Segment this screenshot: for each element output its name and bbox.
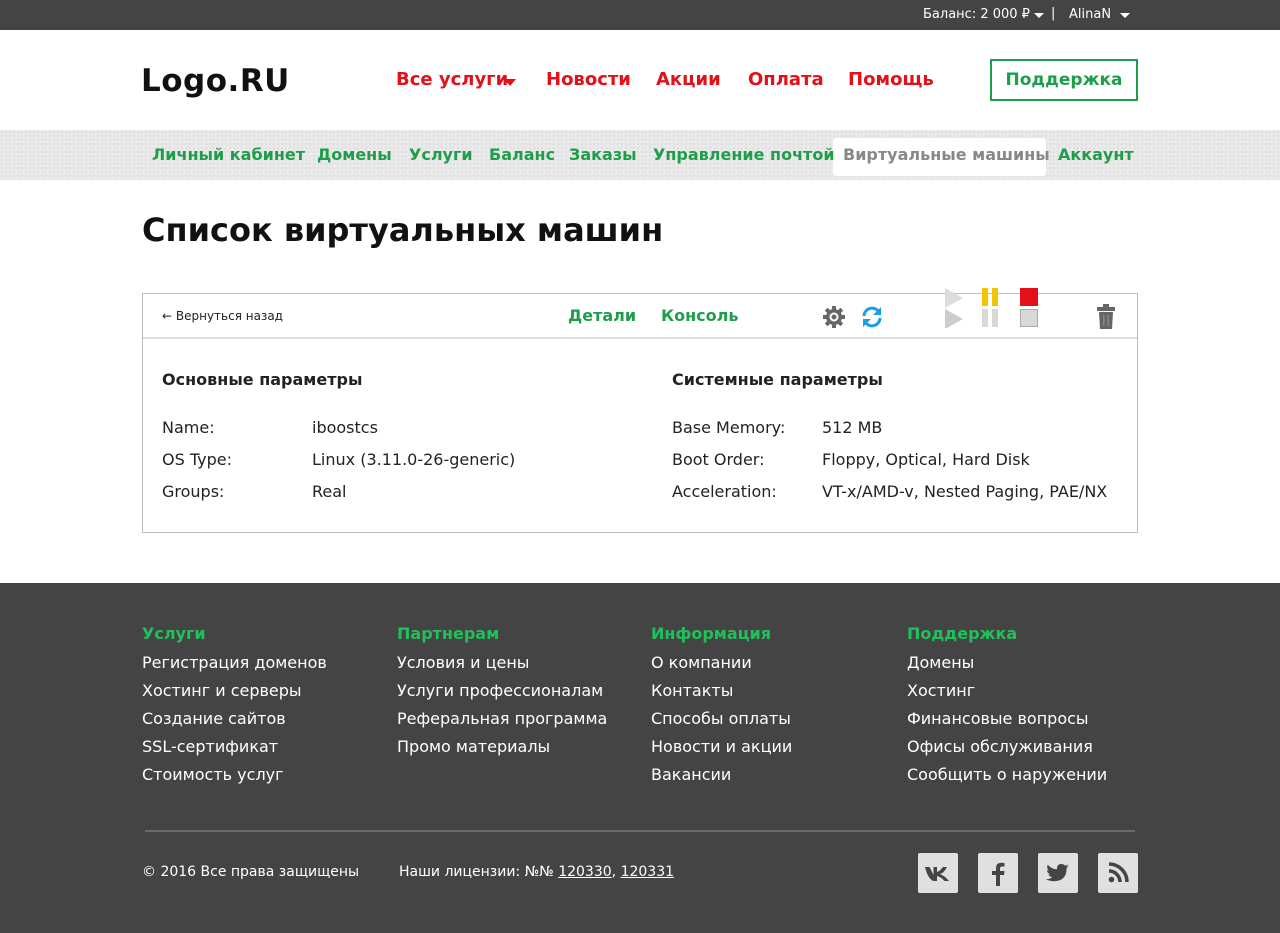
prop-label: Boot Order: <box>672 450 765 469</box>
tab-console[interactable]: Консоль <box>661 306 738 325</box>
prop-value: 512 MB <box>822 418 883 437</box>
footer-link[interactable]: Условия и цены <box>397 653 529 672</box>
prop-value: VT-x/AMD-v, Nested Paging, PAE/NX <box>822 482 1108 501</box>
footer-link[interactable]: Домены <box>907 653 974 672</box>
footer-link[interactable]: SSL-сертификат <box>142 737 278 756</box>
license-separator: , <box>611 864 617 880</box>
logo[interactable]: Logo.RU <box>141 63 290 99</box>
footer-link[interactable]: Промо материалы <box>397 737 550 756</box>
top-bar: Баланс: 2 000 ₽ | AlinaN <box>0 0 1280 30</box>
footer-link[interactable]: Офисы обслуживания <box>907 737 1093 756</box>
footer-link[interactable]: Способы оплаты <box>651 709 791 728</box>
system-params-title: Системные параметры <box>672 370 883 389</box>
prop-label: Base Memory: <box>672 418 786 437</box>
subnav-mail[interactable]: Управление почтой <box>653 145 835 164</box>
refresh-icon[interactable] <box>860 305 884 329</box>
nav-promotions[interactable]: Акции <box>656 69 721 90</box>
footer-link[interactable]: Хостинг <box>907 681 975 700</box>
footer-link[interactable]: Новости и акции <box>651 737 792 756</box>
footer-link[interactable]: Сообщить о наружении <box>907 765 1107 784</box>
prop-value: iboostcs <box>312 418 378 437</box>
tab-details[interactable]: Детали <box>568 306 636 325</box>
footer-col-title[interactable]: Услуги <box>142 624 206 643</box>
license-link[interactable]: 120330 <box>558 864 611 880</box>
nav-payment[interactable]: Оплата <box>748 69 824 90</box>
pause-icon[interactable] <box>981 288 1001 328</box>
vk-icon[interactable] <box>918 853 958 893</box>
play-icon[interactable] <box>944 288 964 328</box>
footer: Услуги Регистрация доменов Хостинг и сер… <box>0 583 1280 933</box>
prop-value: Real <box>312 482 347 501</box>
user-caret-icon[interactable] <box>1120 13 1130 18</box>
header: Logo.RU Все услуги Новости Акции Оплата … <box>0 30 1280 130</box>
prop-value: Linux (3.11.0-26-generic) <box>312 450 516 469</box>
subnav-domains[interactable]: Домены <box>317 145 392 164</box>
prop-label: Name: <box>162 418 215 437</box>
account-subnav: Личный кабинет Домены Услуги Баланс Зака… <box>0 130 1280 180</box>
footer-link[interactable]: Финансовые вопросы <box>907 709 1089 728</box>
footer-link[interactable]: Регистрация доменов <box>142 653 327 672</box>
prop-label: Groups: <box>162 482 225 501</box>
page-title: Список виртуальных машин <box>142 211 664 249</box>
footer-link[interactable]: Услуги профессионалам <box>397 681 603 700</box>
rss-icon[interactable] <box>1098 853 1138 893</box>
nav-all-services[interactable]: Все услуги <box>396 69 508 90</box>
licenses-label: Наши лицензии: №№ <box>399 864 554 880</box>
copyright: © 2016 Все права защищены <box>142 864 360 880</box>
footer-link[interactable]: Реферальная программа <box>397 709 607 728</box>
main-params-title: Основные параметры <box>162 370 363 389</box>
nav-help[interactable]: Помощь <box>848 69 934 90</box>
prop-label: OS Type: <box>162 450 232 469</box>
trash-icon[interactable] <box>1096 304 1116 330</box>
footer-link[interactable]: Вакансии <box>651 765 731 784</box>
licenses: Наши лицензии: №№ 120330, 120331 <box>399 864 674 880</box>
footer-link[interactable]: Контакты <box>651 681 733 700</box>
topbar-separator: | <box>1051 6 1056 21</box>
footer-link[interactable]: Хостинг и серверы <box>142 681 302 700</box>
support-button[interactable]: Поддержка <box>990 59 1138 101</box>
subnav-virtual-machines[interactable]: Виртуальные машины <box>843 145 1050 164</box>
footer-divider <box>145 830 1135 832</box>
stop-icon[interactable] <box>1019 288 1039 328</box>
vm-toolbar: ← Вернуться назад Детали Консоль <box>143 288 1137 339</box>
subnav-balance[interactable]: Баланс <box>489 145 555 164</box>
subnav-orders[interactable]: Заказы <box>569 145 637 164</box>
prop-value: Floppy, Optical, Hard Disk <box>822 450 1030 469</box>
subnav-account[interactable]: Аккаунт <box>1058 145 1134 164</box>
balance-caret-icon[interactable] <box>1034 13 1044 18</box>
chevron-down-icon[interactable] <box>504 79 516 86</box>
footer-link[interactable]: Создание сайтов <box>142 709 286 728</box>
nav-news[interactable]: Новости <box>546 69 631 90</box>
vm-details-panel: ← Вернуться назад Детали Консоль Основны… <box>142 288 1138 533</box>
subnav-dashboard[interactable]: Личный кабинет <box>152 145 305 164</box>
footer-link[interactable]: О компании <box>651 653 752 672</box>
gear-icon[interactable] <box>822 305 846 329</box>
footer-col-title[interactable]: Информация <box>651 624 771 643</box>
prop-label: Acceleration: <box>672 482 777 501</box>
balance-dropdown[interactable]: Баланс: 2 000 ₽ <box>923 7 1030 22</box>
footer-link[interactable]: Стоимость услуг <box>142 765 284 784</box>
user-dropdown[interactable]: AlinaN <box>1069 7 1111 22</box>
footer-col-title[interactable]: Поддержка <box>907 624 1017 643</box>
back-link[interactable]: ← Вернуться назад <box>162 309 283 323</box>
twitter-icon[interactable] <box>1038 853 1078 893</box>
license-link[interactable]: 120331 <box>621 864 674 880</box>
footer-col-title[interactable]: Партнерам <box>397 624 499 643</box>
facebook-icon[interactable] <box>978 853 1018 893</box>
subnav-services[interactable]: Услуги <box>409 145 473 164</box>
